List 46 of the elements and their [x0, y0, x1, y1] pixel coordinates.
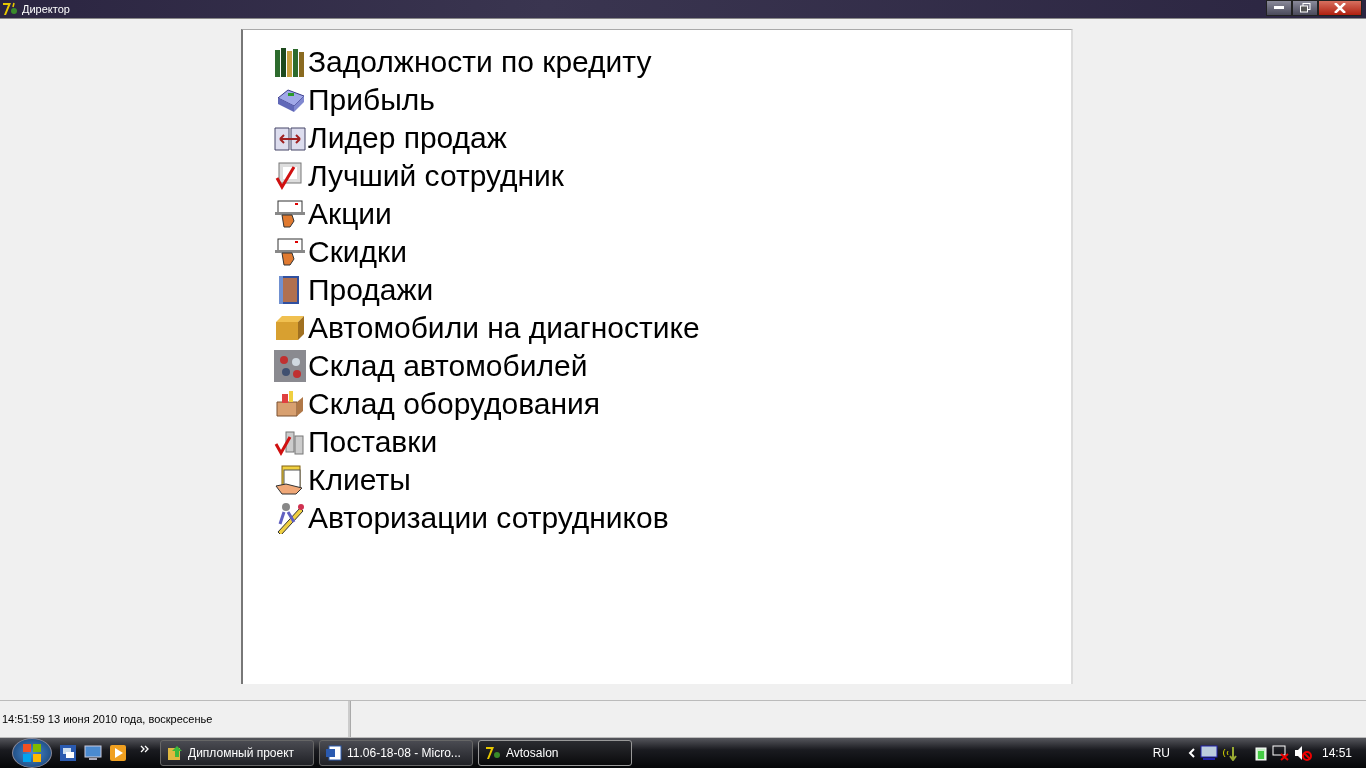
- menu-item[interactable]: Скидки: [274, 233, 407, 271]
- app-logo-icon: [2, 2, 18, 16]
- minimize-button[interactable]: [1266, 0, 1292, 16]
- play-icon[interactable]: [110, 745, 126, 761]
- windows-logo-icon: [22, 743, 42, 763]
- start-button[interactable]: [12, 738, 52, 768]
- restore-button[interactable]: [1292, 0, 1318, 16]
- taskbar-button[interactable]: Дипломный проект: [160, 740, 314, 766]
- speaker-muted-icon[interactable]: [1293, 745, 1312, 761]
- folder-icon: [167, 745, 183, 761]
- language-indicator[interactable]: RU: [1152, 746, 1170, 760]
- status-datetime: 14:51:59 13 июня 2010 года, воскресенье: [1, 713, 213, 725]
- menu-item[interactable]: Прибыль: [274, 81, 435, 119]
- menu-item[interactable]: Поставки: [274, 423, 438, 461]
- chevron-left-icon[interactable]: [1187, 748, 1196, 758]
- battery-icon[interactable]: [1253, 745, 1268, 761]
- network-disconnected-icon[interactable]: [1271, 745, 1290, 761]
- taskbar-button[interactable]: Avtosalon: [478, 740, 632, 766]
- menu-item[interactable]: Авторизации сотрудников: [274, 499, 669, 537]
- taskbar-button[interactable]: 11.06-18-08 - Micro...: [319, 740, 473, 766]
- minimize-icon: [1274, 6, 1284, 10]
- hand-envelope-icon: [274, 236, 306, 268]
- menu-item[interactable]: Склад автомобилей: [274, 347, 588, 385]
- car-lot-icon: [274, 350, 306, 382]
- app-logo-icon: [485, 745, 501, 761]
- menu-item[interactable]: Лидер продаж: [274, 119, 507, 157]
- menu-item[interactable]: Продажи: [274, 271, 434, 309]
- more-icon[interactable]: [140, 745, 150, 753]
- menu-item[interactable]: Задолжности по кредиту: [274, 43, 652, 81]
- monitor-icon[interactable]: [1199, 745, 1218, 761]
- menu-item[interactable]: Акции: [274, 195, 392, 233]
- desktop-icon[interactable]: [84, 745, 102, 761]
- menu-item[interactable]: Лучший сотрудник: [274, 157, 564, 195]
- document-icon: [326, 745, 342, 761]
- clock[interactable]: 14:51: [1321, 746, 1352, 760]
- restore-icon: [1299, 3, 1311, 13]
- menu-item[interactable]: Клиеты: [274, 461, 411, 499]
- close-icon: [1334, 3, 1346, 13]
- menu-item[interactable]: Склад оборудования: [274, 385, 601, 423]
- window-title: Директор: [22, 3, 70, 15]
- hand-envelope-icon: [274, 198, 306, 230]
- books-icon: [274, 46, 306, 78]
- close-button[interactable]: [1318, 0, 1362, 16]
- menu-item[interactable]: Автомобили на диагностике: [274, 309, 700, 347]
- window-switch-icon[interactable]: [60, 745, 76, 761]
- gift-box-icon: [274, 388, 306, 420]
